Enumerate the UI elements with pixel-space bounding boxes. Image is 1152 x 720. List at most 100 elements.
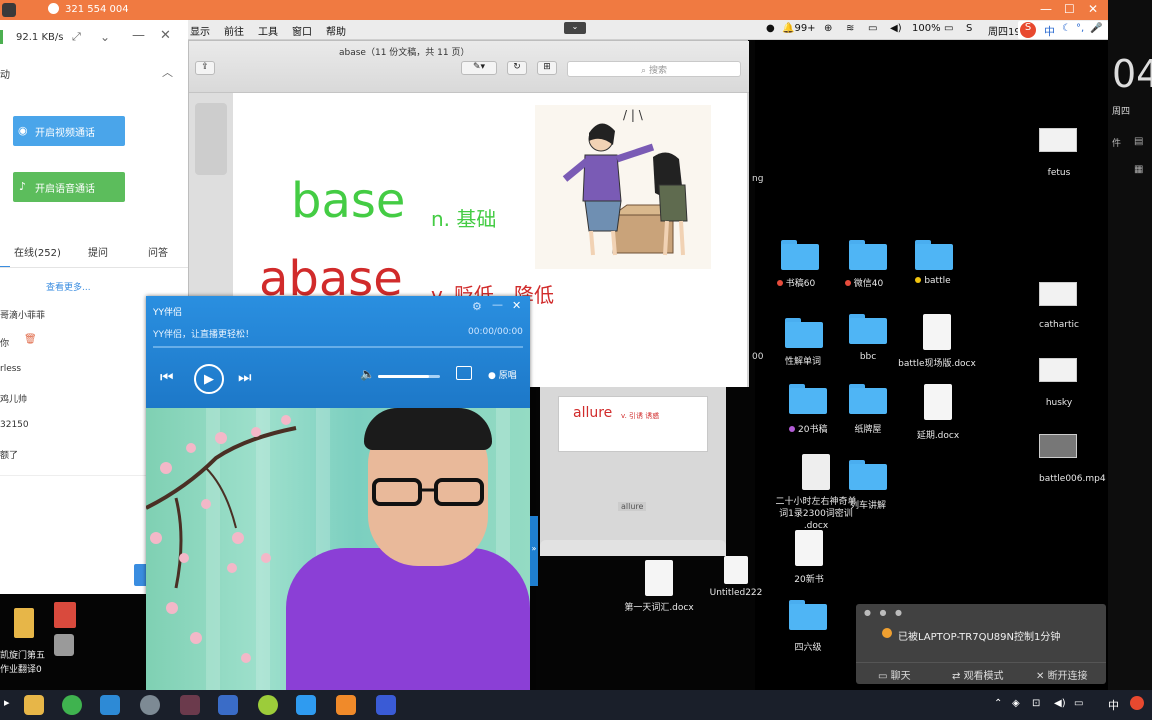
tray-lang[interactable]: 中 — [1108, 697, 1119, 713]
desktop-folder[interactable]: 纸牌屋 — [849, 384, 887, 435]
maximize-icon[interactable]: ☐ — [1064, 2, 1075, 16]
volume-icon[interactable]: 🔈 — [360, 367, 375, 381]
thumbnail-card[interactable]: allure v. 引诱 诱惑 — [558, 396, 708, 452]
desktop-folder[interactable]: 微信40 — [844, 240, 887, 289]
next-thumbnail[interactable] — [540, 540, 726, 556]
previous-icon[interactable]: ⏮ — [160, 368, 174, 386]
mic-app-icon[interactable] — [296, 695, 316, 715]
tab-online[interactable]: 在线(252) — [14, 244, 61, 259]
menu-window[interactable]: 窗口 — [292, 23, 312, 38]
close-icon[interactable]: ✕ — [160, 28, 171, 43]
watch-mode-button[interactable]: ⇄ 观看模式 — [952, 667, 1004, 682]
expand-icon[interactable]: ⤢ — [72, 30, 81, 44]
network-icon[interactable]: ⊡ — [1032, 698, 1040, 709]
settings-app-icon[interactable] — [336, 695, 356, 715]
search-input[interactable]: ⌕ 搜索 — [567, 61, 741, 77]
next-icon[interactable]: ⏭ — [238, 368, 252, 386]
tray-up-icon[interactable]: ⌃ — [994, 698, 1002, 709]
desktop-folder[interactable]: 书稿60 — [776, 240, 819, 289]
desktop-doc[interactable]: Untitled222 — [706, 556, 766, 598]
airplay-icon[interactable]: ▭ — [868, 23, 877, 34]
file-explorer-icon[interactable] — [24, 695, 44, 715]
desktop-folder[interactable]: battle — [915, 240, 953, 286]
ime-lang[interactable]: 中 — [1044, 23, 1055, 39]
voice-call-button[interactable]: ♪ 开启语音通话 — [13, 172, 125, 202]
desktop-file[interactable]: cathartic — [1039, 282, 1079, 330]
see-more-link[interactable]: 查看更多... — [46, 280, 91, 293]
disconnect-button[interactable]: ✕ 断开连接 — [1036, 667, 1088, 682]
sidebar-thumb[interactable] — [195, 103, 227, 175]
video-call-button[interactable]: ◉ 开启视频通话 — [13, 116, 125, 146]
desktop-file[interactable]: battle006.mp4 — [1039, 434, 1106, 484]
menu-help[interactable]: 帮助 — [326, 23, 346, 38]
trash-icon[interactable] — [54, 634, 74, 656]
desktop-doc[interactable]: battle现场版.docx — [897, 314, 977, 369]
clock-label[interactable]: 周四19 — [988, 23, 1021, 38]
tab-answers[interactable]: 问答 — [148, 244, 168, 259]
browser-icon[interactable] — [62, 695, 82, 715]
playlist-icon[interactable] — [456, 366, 472, 380]
start-icon[interactable]: ▸ — [4, 696, 10, 709]
wifi-icon[interactable]: ≋ — [846, 23, 854, 34]
volume-icon[interactable]: ◀) — [1054, 698, 1066, 709]
desktop-folder[interactable]: 性解单词 — [785, 318, 823, 367]
close-icon[interactable]: ✕ — [512, 299, 521, 312]
grid-view-icon[interactable]: ▦ — [1134, 164, 1143, 175]
collapse-tab[interactable]: » — [530, 516, 538, 586]
winrar-icon[interactable] — [218, 695, 238, 715]
desktop-folder[interactable]: bbc — [849, 314, 887, 362]
menu-tools[interactable]: 工具 — [258, 23, 278, 38]
punctuation-icon[interactable]: °, — [1076, 23, 1084, 34]
sogou-icon[interactable]: S — [966, 23, 972, 34]
qq-icon[interactable]: ● — [766, 23, 775, 34]
app-icon[interactable] — [140, 695, 160, 715]
window-controls[interactable]: ● ● ● — [864, 608, 905, 617]
menu-view[interactable]: 显示 — [190, 23, 210, 38]
sync-icon[interactable]: ⊕ — [824, 23, 832, 34]
sogou-logo-icon[interactable]: S — [1020, 22, 1036, 38]
desktop-file[interactable]: husky — [1039, 358, 1079, 408]
tab-questions[interactable]: 提问 — [88, 244, 108, 259]
desktop-doc[interactable]: 第一天词汇.docx — [624, 560, 694, 613]
tray-app-icon[interactable]: ◈ — [1012, 698, 1020, 709]
volume-icon[interactable]: ◀) — [890, 23, 902, 34]
microphone-icon[interactable]: 🎤 — [1090, 23, 1102, 34]
desktop-doc[interactable]: 二十小时左右神奇单词1录2300词密训 .docx — [773, 454, 859, 532]
battery-icon[interactable]: ▭ — [944, 23, 953, 34]
sogou-tray-icon[interactable] — [1130, 696, 1144, 710]
desktop-file[interactable]: fetus — [1039, 128, 1079, 178]
app-icon[interactable] — [54, 602, 76, 628]
chat-button[interactable]: ▭ 聊天 — [878, 667, 911, 682]
menu-go[interactable]: 前往 — [224, 23, 244, 38]
settings-icon[interactable]: ⚙ — [472, 300, 482, 313]
minimize-icon[interactable]: — — [132, 28, 145, 43]
minimize-icon[interactable]: — — [1040, 2, 1052, 16]
desktop-folder[interactable]: 四六级 — [789, 600, 827, 653]
chevron-up-icon[interactable]: ︿ — [162, 64, 173, 80]
markup-button[interactable]: ✎▾ — [461, 61, 497, 75]
share-button[interactable]: ⇪ — [195, 61, 215, 75]
rotate-button[interactable]: ↻ — [507, 61, 527, 75]
desktop-doc[interactable]: 延期.docx — [903, 384, 973, 441]
desktop-folder[interactable]: 列车讲解 — [849, 460, 887, 511]
send-button[interactable] — [134, 564, 146, 586]
toolbox-button[interactable]: ⊞ — [537, 61, 557, 75]
scrollbar[interactable] — [747, 93, 749, 387]
folder-icon[interactable] — [14, 608, 34, 638]
yy-progress-bar[interactable] — [153, 346, 523, 348]
desktop-doc[interactable]: 20新书 — [791, 530, 827, 585]
wifi-icon[interactable]: ▭ — [1074, 698, 1083, 709]
list-view-icon[interactable]: ▤ — [1134, 136, 1143, 147]
moon-icon[interactable]: ☾ — [1062, 23, 1071, 34]
pdf-app-icon[interactable] — [376, 695, 396, 715]
original-vocal-toggle[interactable]: ● 原唱 — [488, 368, 517, 381]
desktop-folder[interactable]: 20书稿 — [789, 384, 827, 435]
teamviewer-icon[interactable] — [100, 695, 120, 715]
game-icon[interactable] — [258, 695, 278, 715]
dropdown-icon[interactable]: ⌄ — [564, 22, 586, 34]
notification-count[interactable]: 🔔99+ — [782, 23, 816, 34]
trash-icon[interactable]: 🗑 — [24, 334, 37, 345]
close-icon[interactable]: ✕ — [1088, 2, 1098, 16]
play-button[interactable]: ▶ — [194, 364, 224, 394]
yy-icon[interactable] — [180, 695, 200, 715]
